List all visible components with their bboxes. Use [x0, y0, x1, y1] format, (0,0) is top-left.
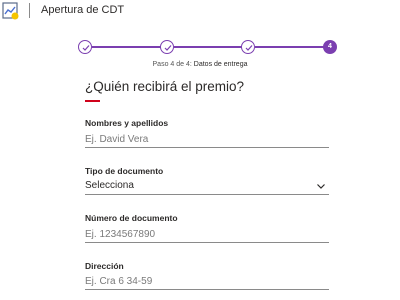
step-3-complete: [241, 40, 255, 54]
step-connector: [92, 46, 166, 48]
doc-number-input[interactable]: [85, 227, 329, 243]
name-input[interactable]: [85, 132, 329, 148]
step-2-complete: [160, 40, 174, 54]
chart-document-icon: [2, 2, 19, 20]
app-header: Apertura de CDT: [0, 0, 400, 24]
progress-stepper: 4: [78, 40, 338, 54]
step-1-complete: [78, 40, 92, 54]
doc-number-label: Número de documento: [85, 213, 178, 223]
chevron-down-icon[interactable]: [316, 181, 326, 191]
check-icon: [245, 45, 253, 51]
form-question: ¿Quién recibirá el premio?: [85, 79, 245, 94]
doc-type-label: Tipo de documento: [85, 166, 164, 176]
address-input[interactable]: [85, 274, 329, 290]
step-caption-prefix: Paso 4 de 4:: [152, 61, 192, 68]
app-title: Apertura de CDT: [41, 4, 125, 16]
step-connector: [174, 46, 248, 48]
name-label: Nombres y apellidos: [85, 118, 169, 128]
address-label: Dirección: [85, 261, 124, 271]
accent-underline: [85, 100, 100, 102]
step-4-current: 4: [323, 40, 337, 54]
step-caption-name: Datos de entrega: [193, 61, 248, 68]
doc-type-select[interactable]: Selecciona: [85, 179, 329, 195]
check-icon: [164, 45, 172, 51]
step-connector: [255, 46, 329, 48]
check-icon: [82, 45, 90, 51]
doc-type-value: Selecciona: [85, 180, 134, 191]
step-caption: Paso 4 de 4: Datos de entrega: [0, 60, 400, 69]
header-divider: [29, 3, 30, 18]
